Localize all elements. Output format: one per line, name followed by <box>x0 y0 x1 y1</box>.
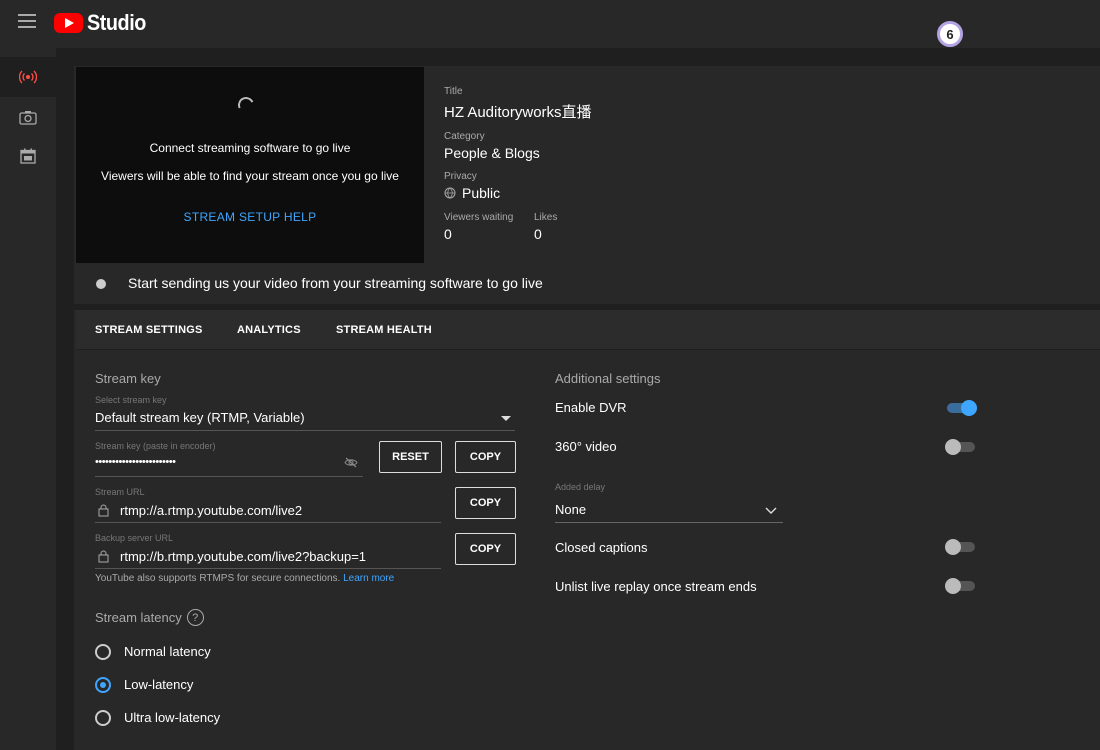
toggle-knob <box>961 400 977 416</box>
studio-logo[interactable]: Studio <box>54 10 152 36</box>
privacy-value-row: Public <box>444 185 500 201</box>
low-latency-label[interactable]: Low-latency <box>124 677 193 692</box>
video-360-toggle[interactable] <box>945 439 975 455</box>
tab-stream-health[interactable]: STREAM HEALTH <box>336 324 432 336</box>
viewers-waiting-label: Viewers waiting <box>444 212 514 223</box>
calendar-icon <box>20 148 36 164</box>
stream-key-title: Stream key <box>95 371 161 386</box>
stream-url-label: Stream URL <box>95 487 145 497</box>
stream-title: HZ Auditoryworks直播 <box>444 104 592 121</box>
chevron-down-icon[interactable] <box>765 507 777 514</box>
normal-latency-label[interactable]: Normal latency <box>124 644 211 659</box>
sidebar-item-stream[interactable] <box>0 57 56 97</box>
help-icon[interactable]: ? <box>186 609 204 626</box>
enable-dvr-label: Enable DVR <box>555 400 627 415</box>
reset-button[interactable]: RESET <box>379 441 442 473</box>
toggle-knob <box>945 439 961 455</box>
latency-title-row: Stream latency ? <box>95 609 204 626</box>
closed-captions-label: Closed captions <box>555 540 648 555</box>
enable-dvr-toggle[interactable] <box>947 400 977 416</box>
backup-url-field[interactable]: rtmp://b.rtmp.youtube.com/live2?backup=1 <box>120 549 366 564</box>
select-underline <box>95 430 515 431</box>
viewers-waiting-value: 0 <box>444 226 452 242</box>
sidebar-item-webcam[interactable] <box>0 97 56 137</box>
tab-stream-settings[interactable]: STREAM SETTINGS <box>95 324 203 336</box>
category-label: Category <box>444 131 485 142</box>
video-360-label: 360° video <box>555 439 617 454</box>
toggle-knob <box>945 539 961 555</box>
stream-setup-help-link[interactable]: STREAM SETUP HELP <box>76 210 424 224</box>
tab-analytics[interactable]: ANALYTICS <box>237 324 301 336</box>
select-key-value[interactable]: Default stream key (RTMP, Variable) <box>95 410 305 425</box>
lock-icon <box>98 504 109 517</box>
unlist-replay-toggle[interactable] <box>945 578 975 594</box>
stream-url-underline <box>95 522 441 523</box>
closed-captions-toggle[interactable] <box>945 539 975 555</box>
privacy-label: Privacy <box>444 171 477 182</box>
menu-icon[interactable] <box>18 14 36 28</box>
status-dot-icon <box>96 279 106 289</box>
stream-key-label: Stream key (paste in encoder) <box>95 441 216 451</box>
rtmps-note-row: YouTube also supports RTMPS for secure c… <box>95 573 394 584</box>
unlist-replay-label: Unlist live replay once stream ends <box>555 579 757 594</box>
rtmps-note: YouTube also supports RTMPS for secure c… <box>95 573 341 584</box>
top-strip <box>74 48 1100 66</box>
main-panel: Connect streaming software to go live Vi… <box>74 48 1100 750</box>
eye-off-icon[interactable] <box>344 457 358 468</box>
additional-settings-title: Additional settings <box>555 371 661 386</box>
copy-key-button[interactable]: COPY <box>455 441 516 473</box>
ultra-low-latency-label[interactable]: Ultra low-latency <box>124 710 220 725</box>
lock-icon <box>98 550 109 563</box>
latency-title: Stream latency <box>95 610 182 625</box>
brand-name: Studio <box>87 10 146 35</box>
notification-badge[interactable]: 6 <box>937 21 963 47</box>
sidebar <box>0 48 56 750</box>
learn-more-link[interactable]: Learn more <box>343 573 394 584</box>
preview-subtext: Viewers will be able to find your stream… <box>101 169 399 183</box>
likes-label: Likes <box>534 212 558 223</box>
backup-url-underline <box>95 568 441 569</box>
status-message: Start sending us your video from your st… <box>128 275 543 291</box>
radio-low-latency[interactable] <box>95 677 111 693</box>
backup-url-label: Backup server URL <box>95 533 174 543</box>
stream-preview: Connect streaming software to go live Vi… <box>76 67 424 263</box>
copy-backup-button[interactable]: COPY <box>455 533 516 565</box>
category-value: People & Blogs <box>444 145 540 161</box>
radio-normal-latency[interactable] <box>95 644 111 660</box>
globe-icon <box>444 187 456 199</box>
added-delay-underline <box>555 522 783 523</box>
privacy-value: Public <box>462 185 501 201</box>
radio-ultra-low-latency[interactable] <box>95 710 111 726</box>
stream-key-field[interactable]: •••••••••••••••••••••••• <box>95 456 176 468</box>
preview-message: Connect streaming software to go live <box>149 141 351 155</box>
stream-key-underline <box>95 476 363 477</box>
sidebar-gutter <box>56 48 74 750</box>
select-key-label: Select stream key <box>95 395 167 405</box>
youtube-play-icon <box>54 13 83 33</box>
toggle-knob <box>945 578 961 594</box>
title-label: Title <box>444 86 463 97</box>
loading-spinner-icon <box>235 94 257 116</box>
likes-value: 0 <box>534 226 542 242</box>
added-delay-label: Added delay <box>555 482 606 492</box>
copy-url-button[interactable]: COPY <box>455 487 516 519</box>
camera-icon <box>19 110 37 125</box>
status-bar: Start sending us your video from your st… <box>76 264 1100 304</box>
dropdown-arrow-icon[interactable] <box>501 416 511 422</box>
sidebar-item-manage[interactable] <box>0 136 56 176</box>
added-delay-value[interactable]: None <box>555 502 586 517</box>
tab-bar: STREAM SETTINGS ANALYTICS STREAM HEALTH <box>76 310 1100 350</box>
top-bar: Studio 6 <box>0 0 1100 48</box>
stream-url-field[interactable]: rtmp://a.rtmp.youtube.com/live2 <box>120 503 302 518</box>
live-broadcast-icon <box>19 70 37 84</box>
